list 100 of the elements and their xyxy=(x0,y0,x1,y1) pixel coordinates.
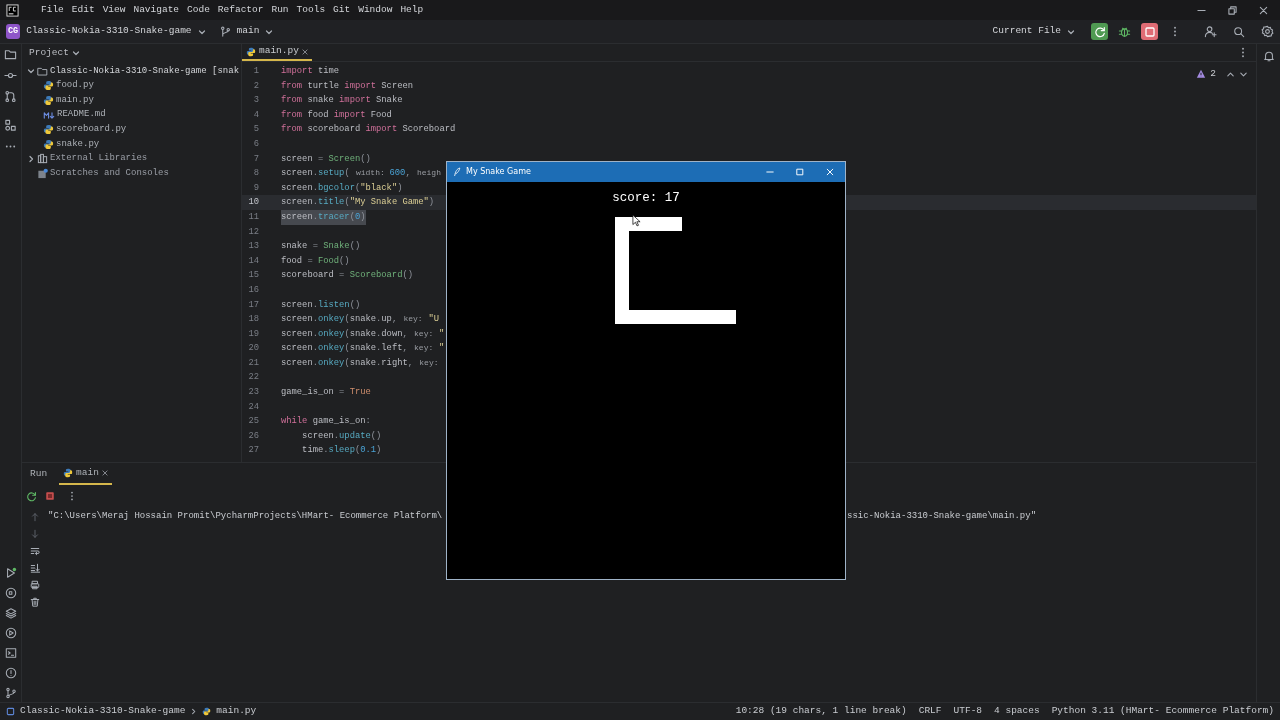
menu-item[interactable]: Help xyxy=(399,2,425,18)
status-item[interactable]: CRLF xyxy=(918,704,942,719)
code-line: screen.onkey(snake.right, key: xyxy=(281,356,439,370)
line-number: 3 xyxy=(252,94,259,108)
project-selector[interactable]: Classic-Nokia-3310-Snake-game xyxy=(26,24,192,39)
tree-item[interactable]: scoreboard.py xyxy=(56,122,127,137)
stop-button[interactable] xyxy=(1141,23,1158,40)
close-icon[interactable] xyxy=(101,470,108,476)
status-item[interactable]: 4 spaces xyxy=(994,704,1040,719)
line-number: 23 xyxy=(247,386,259,400)
score-text: score: 17 xyxy=(611,190,681,207)
more-icon[interactable] xyxy=(1240,46,1246,59)
run-tab[interactable]: main xyxy=(59,463,112,485)
folder-icon[interactable] xyxy=(4,48,17,61)
settings-icon[interactable] xyxy=(1261,25,1274,38)
code-line: snake = Snake() xyxy=(281,240,361,254)
close-icon[interactable] xyxy=(301,48,308,55)
line-number: 22 xyxy=(247,371,259,385)
status-item[interactable]: UTF-8 xyxy=(953,704,983,719)
python-console-icon[interactable] xyxy=(4,587,17,599)
run-icon[interactable] xyxy=(4,567,17,579)
services-icon[interactable] xyxy=(4,627,17,639)
tree-item[interactable]: Scratches and Consoles xyxy=(50,166,169,181)
tree-item[interactable]: README.md xyxy=(57,108,106,122)
git-icon[interactable] xyxy=(4,687,17,699)
code-line: from snake import Snake xyxy=(281,94,403,108)
tree-item[interactable]: External Libraries xyxy=(50,152,148,166)
python-file-icon xyxy=(43,95,54,106)
menu-item[interactable]: Git xyxy=(332,2,352,18)
line-number: 8 xyxy=(252,167,259,181)
menu-item[interactable]: Navigate xyxy=(132,2,181,18)
panel-title[interactable]: Project xyxy=(29,45,69,61)
line-number: 10 xyxy=(247,196,259,210)
print-icon[interactable] xyxy=(30,580,40,590)
layers-icon[interactable] xyxy=(4,607,17,619)
scroll-to-end-icon[interactable] xyxy=(30,563,40,573)
tree-item[interactable]: snake.py xyxy=(56,137,100,151)
menu-item[interactable]: Window xyxy=(357,2,394,18)
code-line: screen = Screen() xyxy=(281,152,371,166)
stop-icon[interactable] xyxy=(45,491,55,501)
warning-icon[interactable] xyxy=(1196,69,1207,80)
code-line: import time xyxy=(281,65,340,78)
menu-item[interactable]: Refactor xyxy=(216,2,265,18)
rerun-icon[interactable] xyxy=(26,490,37,502)
notifications-icon[interactable] xyxy=(1262,50,1275,62)
code-line: screen.onkey(snake.up, key: "U xyxy=(281,313,440,327)
branch-selector[interactable]: main xyxy=(236,24,260,39)
debug-icon[interactable] xyxy=(1118,25,1131,38)
code-line: screen.update() xyxy=(301,429,382,443)
add-user-icon[interactable] xyxy=(1204,25,1217,38)
breadcrumb-item[interactable]: main.py xyxy=(216,704,257,719)
menu-item[interactable]: File xyxy=(40,2,65,18)
rerun-icon xyxy=(1093,25,1106,38)
chevron-icon[interactable] xyxy=(27,154,35,163)
caret-icon[interactable] xyxy=(1067,27,1075,36)
soft-wrap-icon[interactable] xyxy=(30,546,40,556)
tree-item[interactable]: food.py xyxy=(56,79,94,93)
pull-request-icon[interactable] xyxy=(4,90,17,103)
line-number: 2 xyxy=(252,79,259,93)
tree-item[interactable]: Classic-Nokia-3310-Snake-game [snak xyxy=(50,64,240,79)
tree-item[interactable]: main.py xyxy=(56,93,94,108)
close-icon[interactable] xyxy=(1259,5,1268,15)
menu-item[interactable]: Edit xyxy=(70,2,96,18)
run-button[interactable] xyxy=(1091,23,1108,40)
more-icon[interactable] xyxy=(69,490,75,502)
code-line: screen.setup( width: 600, heigh xyxy=(281,167,441,181)
search-icon[interactable] xyxy=(1233,25,1245,38)
chevron-up-icon[interactable] xyxy=(1226,69,1235,79)
panel-title: Run xyxy=(30,466,48,481)
python-file-icon xyxy=(246,46,256,57)
caret-icon[interactable] xyxy=(265,27,274,36)
terminal-icon[interactable] xyxy=(4,647,17,659)
caret-icon[interactable] xyxy=(197,27,206,36)
line-number: 13 xyxy=(247,240,259,254)
line-number: 6 xyxy=(252,137,259,151)
restore-icon[interactable] xyxy=(1228,5,1237,15)
menu-item[interactable]: Code xyxy=(186,2,211,18)
breadcrumb-item[interactable]: Classic-Nokia-3310-Snake-game xyxy=(20,704,186,719)
chevron-icon[interactable] xyxy=(27,67,35,76)
status-item[interactable]: 10:28 (19 chars, 1 line break) xyxy=(735,704,907,719)
trash-icon[interactable] xyxy=(30,597,40,607)
status-item[interactable]: Python 3.11 (HMart- Ecommerce Platform) xyxy=(1051,704,1274,719)
line-number: 4 xyxy=(252,108,259,122)
run-configuration[interactable]: Current File xyxy=(992,24,1061,39)
problems-icon[interactable] xyxy=(4,667,17,679)
python-file-icon xyxy=(63,468,74,478)
editor-tab[interactable]: main.py xyxy=(242,44,312,61)
structure-icon[interactable] xyxy=(4,119,17,132)
menu-item[interactable]: Run xyxy=(270,2,290,18)
menu-item[interactable]: Tools xyxy=(295,2,327,18)
more-icon[interactable] xyxy=(1172,25,1178,38)
library-icon xyxy=(37,153,48,165)
maximize-icon[interactable] xyxy=(796,168,804,176)
problem-count[interactable]: 2 xyxy=(1210,67,1216,82)
branch-icon[interactable] xyxy=(219,26,231,37)
menu-item[interactable]: View xyxy=(101,2,127,18)
console-output: "C:\Users\Meraj Hossain Promit\PycharmProjects\HMart- Ecommerce Platform\ xyxy=(48,510,444,523)
line-number: 27 xyxy=(247,444,259,458)
caret-icon[interactable] xyxy=(71,49,80,57)
code-line: screen.listen() xyxy=(281,298,361,312)
